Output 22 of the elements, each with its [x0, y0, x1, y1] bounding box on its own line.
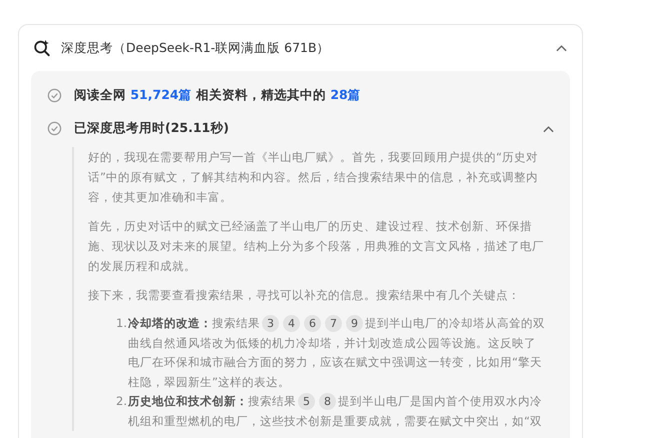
- search-sparkle-icon: [33, 39, 51, 57]
- thought-paragraph: 首先，历史对话中的赋文已经涵盖了半山电厂的历史、建设过程、技术创新、环保措施、现状以及对未来的展望。结构上分为多个段落，用典雅的文言文风格，描述了电厂的发展历程和成就。: [88, 218, 545, 275]
- list-number: 2.: [116, 393, 128, 410]
- citation-badge[interactable]: 4: [283, 315, 300, 332]
- section-title: 深度思考（DeepSeek-R1-联网满血版 671B）: [61, 40, 331, 56]
- step-text: 阅读全网 51,724篇 相关资料，精选其中的 28篇: [74, 87, 362, 104]
- chevron-up-icon[interactable]: [556, 44, 567, 52]
- thought-paragraph: 接下来，我需要查看搜索结果，寻找可以补充的信息。搜索结果中有几个关键点：: [88, 287, 521, 304]
- check-circle-icon: [47, 121, 62, 136]
- step-text: 已深度思考用时(25.11秒): [74, 120, 230, 137]
- citation-badge[interactable]: 9: [346, 315, 363, 332]
- citation-badge[interactable]: 6: [304, 315, 321, 332]
- list-number: 1.: [116, 315, 128, 332]
- citation-badge[interactable]: 7: [325, 315, 342, 332]
- citation-badge[interactable]: 3: [262, 315, 279, 332]
- citation-badge[interactable]: 5: [298, 393, 315, 410]
- list-item-text: 历史地位和技术创新：搜索结果 5 8 提到半山电厂是国内首个使用双水内冷机组和重型燃机的电厂，这些技术创新是重要成就，需要在赋文中突出，如“双: [128, 392, 543, 430]
- citation-badge[interactable]: 8: [319, 393, 336, 410]
- chevron-up-icon[interactable]: [543, 124, 554, 132]
- check-circle-icon: [47, 88, 62, 103]
- list-item-text: 冷却塔的改造：搜索结果 3 4 6 7 9 提到半山电厂的冷却塔从高耸的双曲线自然通风塔改为低矮的机力冷却塔，并计划改造成公园等设施。这反映了电厂在环保和城市融合方面的努力，应该在赋文中强调这一转变，比如用“擎天柱隐，翠园新生”这样的表达。: [128, 314, 546, 390]
- thought-paragraph: 好的，我现在需要帮用户写一首《半山电厂赋》。首先，我要回顾用户提供的“历史对话”中的原有赋文，了解其结构和内容。然后，结合搜索结果中的信息，补充或调整内容，使其更加准确和丰富。: [88, 149, 539, 206]
